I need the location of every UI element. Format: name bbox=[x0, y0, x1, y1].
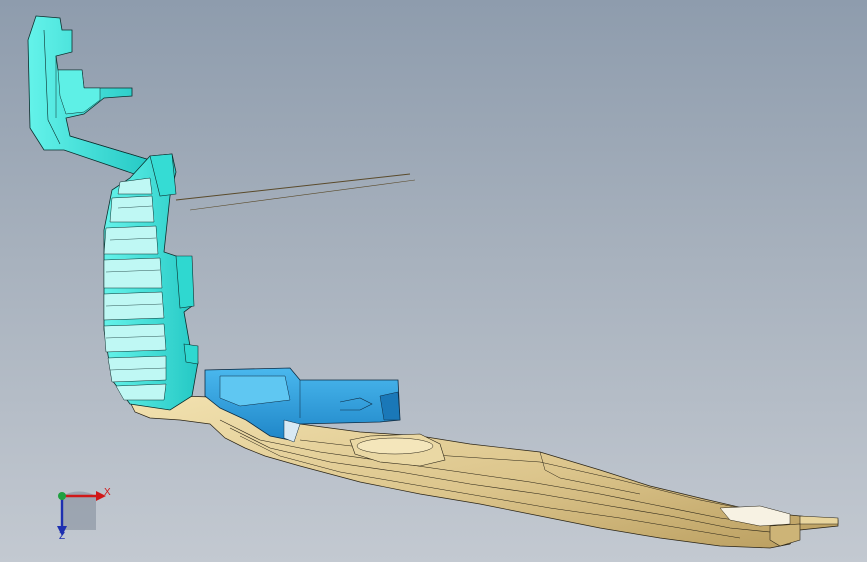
x-axis-label: X bbox=[104, 487, 111, 498]
tan-base-part[interactable] bbox=[129, 395, 839, 549]
z-axis-label: Z bbox=[59, 531, 66, 542]
cad-model-view[interactable] bbox=[0, 0, 867, 562]
cyan-upper-bracket[interactable] bbox=[27, 15, 153, 179]
graphics-viewport[interactable]: X Z bbox=[0, 0, 867, 562]
y-axis-dot bbox=[58, 492, 66, 500]
